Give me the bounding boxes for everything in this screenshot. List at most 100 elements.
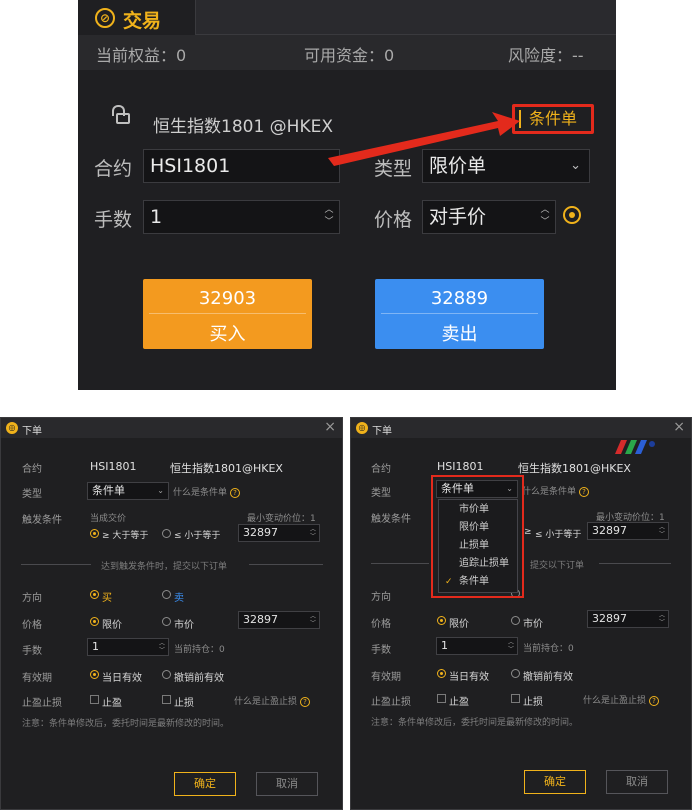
price-label: 价格: [22, 620, 42, 631]
tab-trade[interactable]: ⊘ 交易: [78, 0, 196, 35]
price-value: 对手价: [429, 206, 487, 228]
price-input[interactable]: 对手价 ︿ ﹀: [422, 200, 556, 234]
direction-label: 方向: [371, 592, 391, 603]
close-icon[interactable]: ×: [673, 419, 685, 435]
stop-label: 止盈止损: [371, 697, 411, 708]
until-cancel-radio[interactable]: [511, 669, 520, 678]
spinner-arrows-icon[interactable]: ︿ ﹀: [310, 613, 316, 627]
contract-label: 合约: [371, 464, 391, 475]
dialog-title: 下单: [22, 426, 42, 437]
what-is-stop-link[interactable]: 什么是止盈止损?: [234, 694, 311, 707]
spinner-arrows-icon[interactable]: ︿ ﹀: [310, 526, 316, 540]
spinner-arrows-icon[interactable]: ︿ ﹀: [159, 640, 165, 654]
trigger-price-input[interactable]: 32897 ︿ ﹀: [587, 522, 669, 540]
ok-button[interactable]: 确定: [174, 772, 236, 796]
conditional-order-button[interactable]: 条件单: [512, 104, 594, 134]
order-price-value: 32897: [592, 612, 627, 625]
close-icon[interactable]: ×: [324, 419, 336, 435]
equity-text: 当前权益：0: [96, 46, 187, 65]
today-valid-label: 当日有效: [449, 672, 489, 683]
stop-loss-checkbox[interactable]: [511, 694, 520, 703]
position-label: 当前持仓：0: [523, 644, 574, 654]
gte-label: ≥ 大于等于: [102, 531, 149, 541]
contract-display: 恒生指数1801 @HKEX: [153, 117, 333, 137]
sell-button[interactable]: 32889 卖出: [375, 279, 544, 349]
sell-radio[interactable]: [162, 590, 171, 599]
min-tick-label: 最小变动价位：1: [247, 514, 316, 524]
unlock-icon[interactable]: [112, 105, 130, 124]
divider: [21, 564, 91, 565]
contract-value: HSI1801: [90, 460, 137, 473]
buy-label: 买入: [209, 324, 246, 345]
take-profit-checkbox[interactable]: [90, 695, 99, 704]
spinner-arrows-icon[interactable]: ︿ ﹀: [324, 204, 334, 228]
order-type-value: 条件单: [92, 484, 125, 497]
order-dialog-right: ◎ 下单 × 合约 HSI1801 恒生指数1801@HKEX 类型 条件单 ⌄…: [350, 417, 692, 810]
market-price-radio[interactable]: [511, 616, 520, 625]
order-price-value: 32897: [243, 613, 278, 626]
chevron-down-icon: ⌄: [570, 158, 581, 173]
today-valid-radio[interactable]: [90, 670, 99, 679]
spinner-arrows-icon[interactable]: ︿ ﹀: [659, 612, 665, 626]
help-icon: ?: [579, 487, 590, 497]
app-logo-icon: ◎: [356, 422, 368, 434]
order-price-input[interactable]: 32897 ︿ ﹀: [238, 611, 320, 629]
last-price-label: 当成交价: [90, 514, 127, 524]
stop-loss-label: 止损: [174, 698, 194, 709]
sell-price: 32889: [430, 288, 489, 309]
spinner-arrows-icon[interactable]: ︿ ﹀: [540, 204, 550, 228]
quantity-stepper[interactable]: 1 ︿ ﹀: [436, 637, 518, 655]
what-is-conditional-link[interactable]: 什么是条件单?: [522, 484, 590, 497]
available-funds-text: 可用资金：0: [304, 46, 395, 65]
spinner-arrows-icon[interactable]: ︿ ﹀: [659, 524, 665, 538]
order-type-select[interactable]: 条件单 ⌄: [87, 482, 169, 500]
gte-partial: ≥: [524, 527, 532, 537]
trigger-label: 触发条件: [371, 514, 411, 525]
buy-price: 32903: [198, 288, 257, 309]
stop-loss-checkbox[interactable]: [162, 695, 171, 704]
buy-button[interactable]: 32903 买入: [143, 279, 312, 349]
contract-name: 恒生指数1801@HKEX: [518, 462, 631, 475]
note-text: 注意：条件单修改后，委托时间是最新修改的时间。: [371, 718, 579, 728]
divider: [249, 564, 323, 565]
lte-radio[interactable]: [162, 529, 171, 538]
submit-hint-partial: 提交以下订单: [530, 561, 585, 571]
until-cancel-label: 撤销前有效: [523, 672, 573, 683]
sell-label: 卖出: [441, 324, 478, 345]
trade-panel: ⊘ 交易 当前权益：0 可用资金：0 风险度：-- 恒生指数1801 @HKEX…: [78, 0, 616, 390]
contract-input[interactable]: HSI1801: [143, 149, 340, 183]
chevron-down-icon: ⌄: [157, 486, 164, 495]
quantity-stepper[interactable]: 1 ︿ ﹀: [87, 638, 169, 656]
sell-option-label: 卖: [174, 593, 184, 604]
limit-price-radio[interactable]: [437, 616, 446, 625]
lte-label: ≤ 小于等于: [174, 531, 221, 541]
gte-radio[interactable]: [90, 529, 99, 538]
today-valid-label: 当日有效: [102, 673, 142, 684]
today-valid-radio[interactable]: [437, 669, 446, 678]
trade-icon: ⊘: [95, 8, 115, 28]
order-price-input[interactable]: 32897 ︿ ﹀: [587, 610, 669, 628]
position-label: 当前持仓：0: [174, 645, 225, 655]
locate-price-icon[interactable]: [563, 206, 581, 224]
cancel-button[interactable]: 取消: [256, 772, 318, 796]
type-label: 类型: [371, 488, 391, 499]
tab-trade-label: 交易: [123, 10, 162, 32]
buy-radio[interactable]: [90, 590, 99, 599]
limit-price-radio[interactable]: [90, 617, 99, 626]
ok-button[interactable]: 确定: [524, 770, 586, 794]
dialog-title-bar: ◎ 下单 ×: [351, 418, 691, 438]
market-price-label: 市价: [174, 620, 194, 631]
what-is-stop-link[interactable]: 什么是止盈止损?: [583, 693, 660, 706]
cancel-button[interactable]: 取消: [606, 770, 668, 794]
order-type-select[interactable]: 限价单 ⌄: [422, 149, 590, 183]
divider: [599, 563, 671, 564]
what-is-conditional-link[interactable]: 什么是条件单?: [173, 485, 241, 498]
market-price-radio[interactable]: [162, 617, 171, 626]
spinner-arrows-icon[interactable]: ︿ ﹀: [508, 639, 514, 653]
quantity-stepper[interactable]: 1 ︿ ﹀: [143, 200, 340, 234]
help-icon: ?: [230, 488, 241, 498]
trigger-price-input[interactable]: 32897 ︿ ﹀: [238, 524, 320, 542]
until-cancel-radio[interactable]: [162, 670, 171, 679]
app-logo-icon: ◎: [6, 422, 18, 434]
take-profit-checkbox[interactable]: [437, 694, 446, 703]
